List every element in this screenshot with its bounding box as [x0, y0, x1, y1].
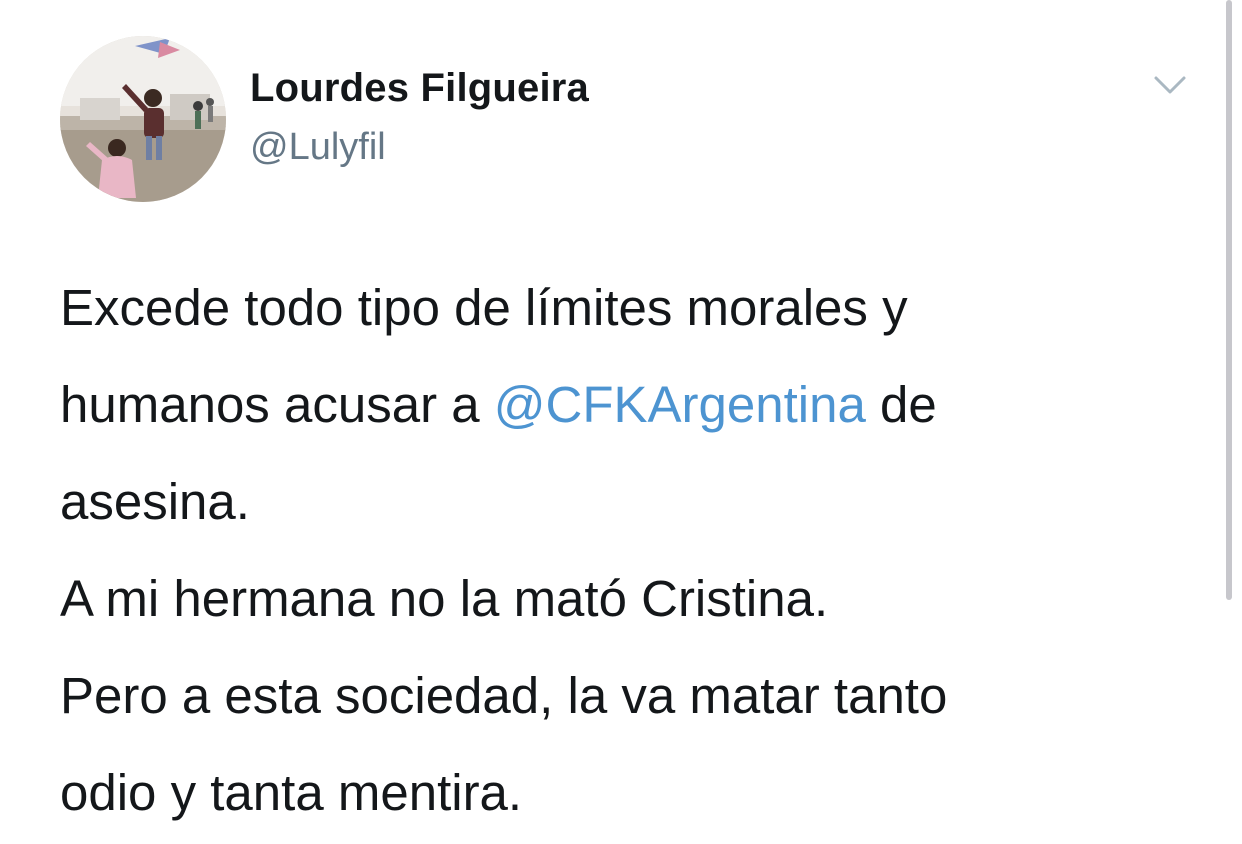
tweet-line: humanos acusar a @CFKArgentina de	[60, 356, 1200, 453]
tweet-text-segment: de	[865, 376, 937, 433]
tweet-line: Pero a esta sociedad, la va matar tanto	[60, 667, 948, 724]
tweet-text-segment: humanos acusar a	[60, 376, 494, 433]
tweet-line: Excede todo tipo de límites morales y	[60, 279, 908, 336]
chevron-down-icon[interactable]	[1150, 72, 1190, 100]
mention-link[interactable]: @CFKArgentina	[494, 376, 866, 433]
scrollbar[interactable]	[1226, 0, 1232, 600]
user-handle[interactable]: @Lulyfil	[250, 126, 386, 169]
tweet-card: Lourdes Filgueira @Lulyfil Excede todo t…	[0, 0, 1242, 844]
tweet-line: odio y tanta mentira.	[60, 764, 523, 821]
display-name[interactable]: Lourdes Filgueira	[250, 66, 589, 111]
avatar-photo	[60, 36, 226, 202]
tweet-line: asesina.	[60, 473, 250, 530]
avatar[interactable]	[60, 36, 226, 202]
tweet-line: A mi hermana no la mató Cristina.	[60, 570, 829, 627]
tweet-text: Excede todo tipo de límites morales y hu…	[60, 259, 1200, 841]
